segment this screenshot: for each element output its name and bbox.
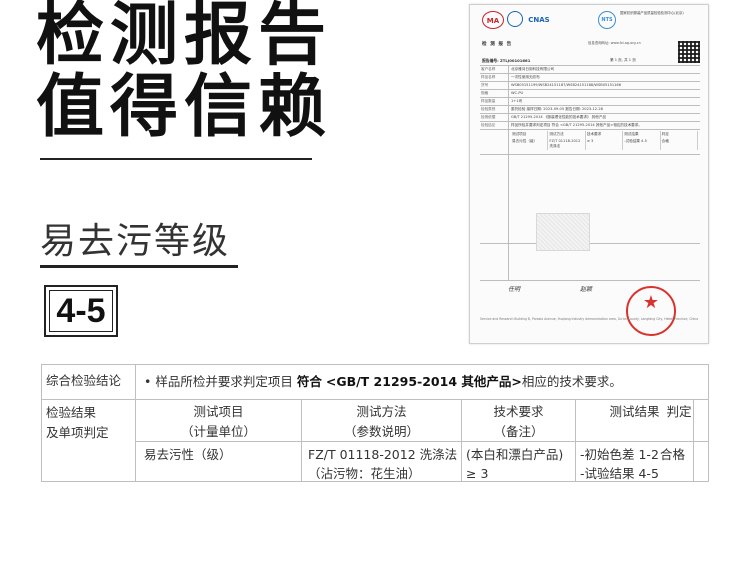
- report-row: 检验结论 样品所检并要求判定项目 符合 <GB/T 21295-2014 其他产品…: [480, 121, 700, 129]
- report-row: 货号 WSB05151199/WSB24151187/WSB24151188/WS…: [480, 81, 700, 89]
- subtitle-underline: [40, 265, 238, 268]
- report-number: 报告编号: ZTLJ00101661: [482, 58, 531, 63]
- cell-result: -初始色差 1-2 -试验结果 4-5: [580, 447, 659, 481]
- report-table: 客户名称 北京雅诗日用科技有限公司 样品名称 一次性使用无纺布 货号 WSB05151…: [480, 65, 700, 281]
- conclusion-table: 综合检验结论 • 样品所检并要求判定项目 符合 <GB/T 21295-2014…: [41, 364, 709, 482]
- signature: 赵颖: [580, 286, 593, 293]
- col-item: 测试项目 （计量单位） 易去污性（级）: [136, 399, 302, 481]
- official-stamp-icon: [626, 286, 676, 336]
- col-requirement: 技术要求 （备注） (本白和漂白产品) ≥ 3: [462, 399, 576, 481]
- ilac-logo-icon: [507, 11, 523, 27]
- headline: 检测报告 值得信赖: [36, 0, 332, 144]
- report-row: [480, 243, 700, 281]
- header-requirement: 技术要求 （备注）: [493, 404, 544, 439]
- header-separator: [136, 441, 708, 442]
- headline-line-2: 值得信赖: [36, 68, 333, 147]
- conclusion-row: 综合检验结论 • 样品所检并要求判定项目 符合 <GB/T 21295-2014…: [42, 365, 708, 400]
- cma-logo-icon: MA: [482, 11, 504, 29]
- grade-value: 4-5: [56, 292, 106, 330]
- cell-requirement: (本白和漂白产品) ≥ 3: [466, 447, 564, 481]
- report-row: 样品名称 一次性使用无纺布: [480, 73, 700, 81]
- report-org: 国家纺织服装产品质量检验检测中心(北京): [620, 11, 684, 15]
- report-row: 检验类别 委托检验 接样日期: 2023-09-05 报告日期: 2023-12-…: [480, 105, 700, 113]
- report-row: 客户名称 北京雅诗日用科技有限公司: [480, 65, 700, 73]
- report-row: 测试项目 测试方法 技术要求 测试结果 判定 易去污性（级） FZ/T 0111…: [480, 129, 700, 154]
- report-website: 信息咨询网址: www.fzi-ag.org.cn: [588, 41, 641, 45]
- report-row: 样品数量 1+1块: [480, 97, 700, 105]
- sample-swatch: [536, 213, 590, 251]
- cell-judgment: 合格: [660, 447, 686, 462]
- institute-logo-icon: NTS: [598, 11, 616, 29]
- headline-line-1: 检测报告: [36, 0, 333, 75]
- report-footer: Service and Research Building B, Parasia…: [480, 317, 699, 321]
- conclusion-standard: <GB/T 21295-2014 其他产品>: [325, 374, 522, 389]
- subtitle: 易去污等级: [40, 221, 231, 262]
- header-item: 测试项目 （计量单位）: [180, 404, 256, 439]
- conclusion-text: • 样品所检并要求判定项目 符合 <GB/T 21295-2014 其他产品>相…: [144, 374, 622, 389]
- report-image: MA CNAS NTS 国家纺织服装产品质量检验检测中心(北京) 检 测 报 告…: [469, 4, 709, 344]
- report-row: 检测依据 GB/T 21295-2014 《服装理化性能的技术要求》 其他产品: [480, 113, 700, 121]
- conclusion-verdict: 符合: [296, 374, 322, 389]
- results-section: 检验结果 及单项判定 测试项目 （计量单位） 易去污性（级） 测试方法 （参数说…: [42, 399, 708, 481]
- header-judgment: 判定: [666, 404, 692, 419]
- cnas-logo-icon: CNAS: [528, 16, 550, 24]
- report-page: 第 1 页, 共 1 页: [610, 58, 636, 62]
- col-method: 测试方法 （参数说明） FZ/T 01118-2012 洗涤法 （沾污物：花生油…: [302, 399, 462, 481]
- cell-method: FZ/T 01118-2012 洗涤法 （沾污物：花生油）: [308, 447, 458, 481]
- report-row: [480, 154, 700, 243]
- report-row: 规格 WC-PU: [480, 89, 700, 97]
- qr-code-icon: [678, 41, 700, 63]
- grade-box: 4-5: [44, 285, 118, 337]
- divider: [40, 158, 312, 160]
- report-title: 检 测 报 告: [482, 42, 513, 47]
- signature: 任明: [508, 286, 521, 293]
- cert-logos: MA CNAS: [482, 11, 552, 31]
- conclusion-label: 综合检验结论: [42, 365, 136, 399]
- results-label: 检验结果 及单项判定: [42, 399, 136, 481]
- header-method: 测试方法 （参数说明）: [343, 404, 419, 439]
- cell-item: 易去污性（级）: [144, 447, 232, 462]
